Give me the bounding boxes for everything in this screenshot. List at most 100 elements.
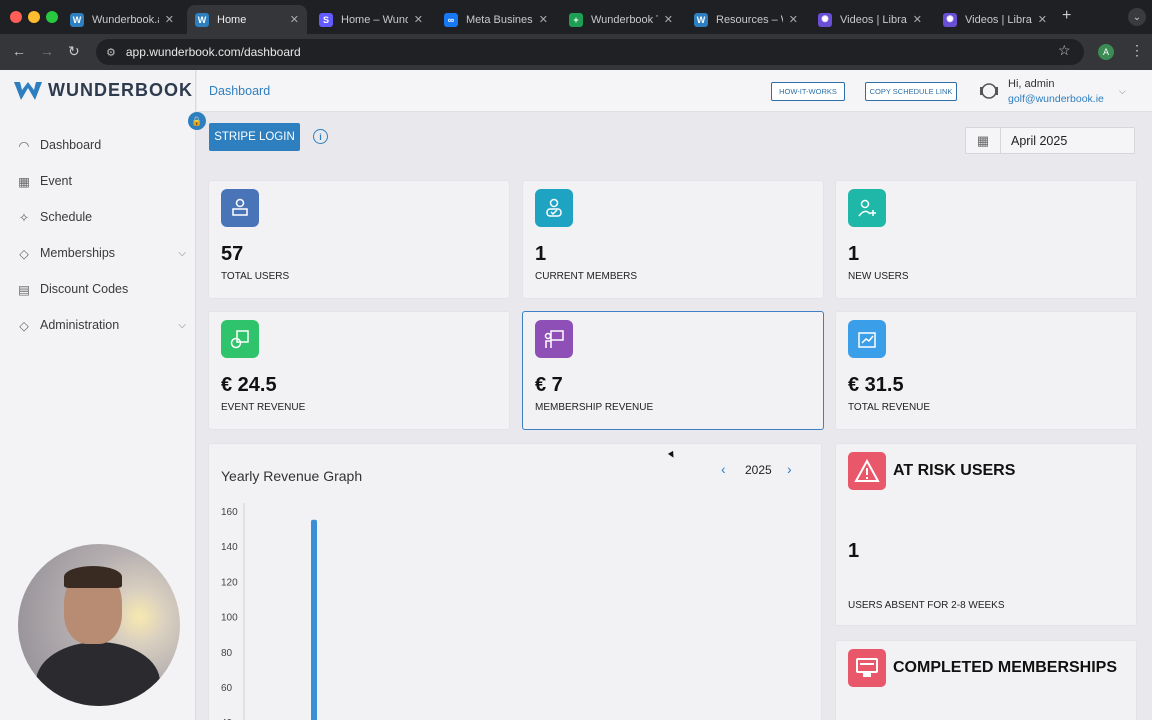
tab-title: Home — [217, 13, 247, 26]
revenue-bar[interactable] — [311, 519, 317, 720]
event-money-icon — [221, 320, 259, 358]
stripe-login-button[interactable]: STRIPE LOGIN — [209, 123, 300, 151]
stat-card-event-revenue[interactable]: € 24.5 EVENT REVENUE — [208, 311, 510, 430]
meta-icon: ∞ — [444, 12, 458, 27]
sidebar-item-memberships[interactable]: ◇ Memberships ⌵ — [16, 243, 190, 263]
wunderbook-icon: W — [70, 12, 84, 27]
minimize-window-button[interactable] — [28, 11, 40, 23]
sidebar-item-label: Schedule — [40, 210, 93, 224]
chevron-down-icon[interactable]: ⌵ — [178, 320, 186, 331]
tab-search-icon[interactable]: ⌄ — [1128, 8, 1146, 26]
forward-arrow-icon[interactable]: → — [40, 43, 54, 59]
stat-label: CURRENT MEMBERS — [535, 271, 638, 282]
webcam-overlay — [18, 544, 180, 706]
info-icon[interactable]: i — [313, 129, 328, 144]
discount-icon: ▤ — [18, 282, 30, 297]
browser-toolbar: ← → ↻ ⚙ app.wunderbook.com/dashboard ☆ A… — [0, 34, 1152, 70]
stat-value: 1 — [848, 243, 860, 265]
add-user-icon — [848, 189, 886, 227]
back-arrow-icon[interactable]: ← — [12, 43, 26, 59]
close-tab-icon[interactable]: ✕ — [290, 13, 299, 26]
sidebar-item-label: Event — [40, 174, 72, 188]
completed-memberships-card[interactable]: COMPLETED MEMBERSHIPS — [835, 640, 1137, 720]
site-settings-icon[interactable]: ⚙ — [106, 46, 116, 59]
reload-icon[interactable]: ↻ — [68, 43, 80, 60]
close-tab-icon[interactable]: ✕ — [165, 13, 174, 26]
sidebar-item-label: Dashboard — [40, 138, 102, 152]
sidebar: WUNDERBOOK ◠ Dashboard ▦ Event ✧ Schedule ◇ Mem… — [0, 70, 196, 720]
stat-card-membership-revenue[interactable]: € 7 MEMBERSHIP REVENUE — [522, 311, 824, 430]
browser-tab[interactable]: W Resources – W ✕ — [686, 5, 806, 34]
calendar-icon: ▦ — [18, 174, 30, 189]
close-tab-icon[interactable]: ✕ — [414, 13, 423, 26]
sidebar-item-dashboard[interactable]: ◠ Dashboard — [16, 135, 190, 155]
certificate-icon — [848, 649, 886, 687]
tab-title: Videos | Librar — [840, 13, 907, 26]
stat-value: 1 — [535, 243, 547, 265]
stat-card-new-users[interactable]: 1 NEW USERS — [835, 180, 1137, 299]
greeting: Hi, admin — [1008, 78, 1055, 90]
dashboard-content: STRIPE LOGIN i ▦ April 2025 57 TOTAL USER… — [197, 113, 1152, 720]
sidebar-item-discount-codes[interactable]: ▤ Discount Codes — [16, 279, 190, 299]
member-check-icon — [535, 189, 573, 227]
close-tab-icon[interactable]: ✕ — [664, 13, 673, 26]
sheets-icon: + — [569, 12, 583, 27]
browser-tab[interactable]: + Wunderbook T ✕ — [561, 5, 681, 34]
admin-icon: ◇ — [19, 318, 29, 333]
browser-tab[interactable]: ∞ Meta Business ✕ — [436, 5, 556, 34]
maximize-window-button[interactable] — [46, 11, 58, 23]
sidebar-item-label: Discount Codes — [40, 282, 129, 296]
sidebar-item-schedule[interactable]: ✧ Schedule — [16, 207, 190, 227]
yearly-revenue-card: Yearly Revenue Graph ‹ 2025 › 160 140 120 1… — [208, 443, 822, 720]
sidebar-item-administration[interactable]: ◇ Administration ⌵ — [16, 315, 190, 335]
wunderbook-icon: W — [195, 12, 209, 27]
browser-tab[interactable]: W Home ✕ — [187, 5, 307, 34]
month-picker[interactable]: ▦ April 2025 — [965, 127, 1135, 154]
close-tab-icon[interactable]: ✕ — [789, 13, 798, 26]
revenue-chart-icon — [848, 320, 886, 358]
schedule-icon: ✧ — [18, 210, 30, 225]
stat-value: 57 — [221, 243, 244, 265]
chevron-down-icon[interactable]: ⌵ — [1119, 86, 1126, 97]
browser-tab[interactable]: S Home – Wund ✕ — [311, 5, 431, 34]
calendar-icon[interactable]: ▦ — [966, 128, 1001, 153]
close-tab-icon[interactable]: ✕ — [539, 13, 548, 26]
browser-tab[interactable]: ✺ Videos | Librar ✕ — [810, 5, 930, 34]
wunderbook-logo-icon — [14, 81, 42, 100]
new-tab-button[interactable]: + — [1062, 7, 1071, 25]
profile-avatar[interactable]: A — [1098, 44, 1114, 60]
next-year-icon[interactable]: › — [787, 461, 792, 477]
copy-schedule-link-button[interactable]: COPY SCHEDULE LINK — [865, 82, 957, 101]
admin-avatar-icon[interactable] — [977, 82, 1001, 100]
how-it-works-button[interactable]: HOW-IT-WORKS — [771, 82, 845, 101]
memberships-icon: ◇ — [19, 246, 29, 261]
stat-label: MEMBERSHIP REVENUE — [535, 402, 654, 413]
tab-title: Wunderbook T — [591, 13, 658, 26]
stat-label: EVENT REVENUE — [221, 402, 306, 413]
tab-title: Wunderbook.a — [92, 13, 159, 26]
brand-logo[interactable]: WUNDERBOOK — [14, 80, 193, 101]
browser-tab[interactable]: ✺ Videos | Librar ✕ — [935, 5, 1055, 34]
close-tab-icon[interactable]: ✕ — [913, 13, 922, 26]
breadcrumb[interactable]: Dashboard — [209, 84, 270, 98]
presentation-icon — [535, 320, 573, 358]
close-tab-icon[interactable]: ✕ — [1038, 13, 1047, 26]
y-tick-label: 120 — [221, 577, 238, 588]
stat-card-current-members[interactable]: 1 CURRENT MEMBERS — [522, 180, 824, 299]
close-window-button[interactable] — [10, 11, 22, 23]
browser-tab[interactable]: W Wunderbook.a ✕ — [62, 5, 182, 34]
bookmark-star-icon[interactable]: ☆ — [1058, 42, 1071, 59]
warning-icon — [848, 452, 886, 490]
browser-menu-icon[interactable]: ⋮ — [1130, 42, 1144, 59]
tab-title: Home – Wund — [341, 13, 408, 26]
stat-card-total-revenue[interactable]: € 31.5 TOTAL REVENUE — [835, 311, 1137, 430]
at-risk-users-card[interactable]: AT RISK USERS 1 USERS ABSENT FOR 2-8 WEE… — [835, 443, 1137, 626]
stat-card-total-users[interactable]: 57 TOTAL USERS — [208, 180, 510, 299]
sidebar-item-event[interactable]: ▦ Event — [16, 171, 190, 191]
chevron-down-icon[interactable]: ⌵ — [178, 248, 186, 259]
lock-icon[interactable]: 🔒 — [188, 112, 206, 130]
address-bar[interactable]: ⚙ app.wunderbook.com/dashboard — [96, 39, 1084, 65]
at-risk-label: USERS ABSENT FOR 2-8 WEEKS — [848, 600, 1005, 611]
y-tick-label: 140 — [221, 542, 238, 553]
previous-year-icon[interactable]: ‹ — [721, 461, 726, 477]
